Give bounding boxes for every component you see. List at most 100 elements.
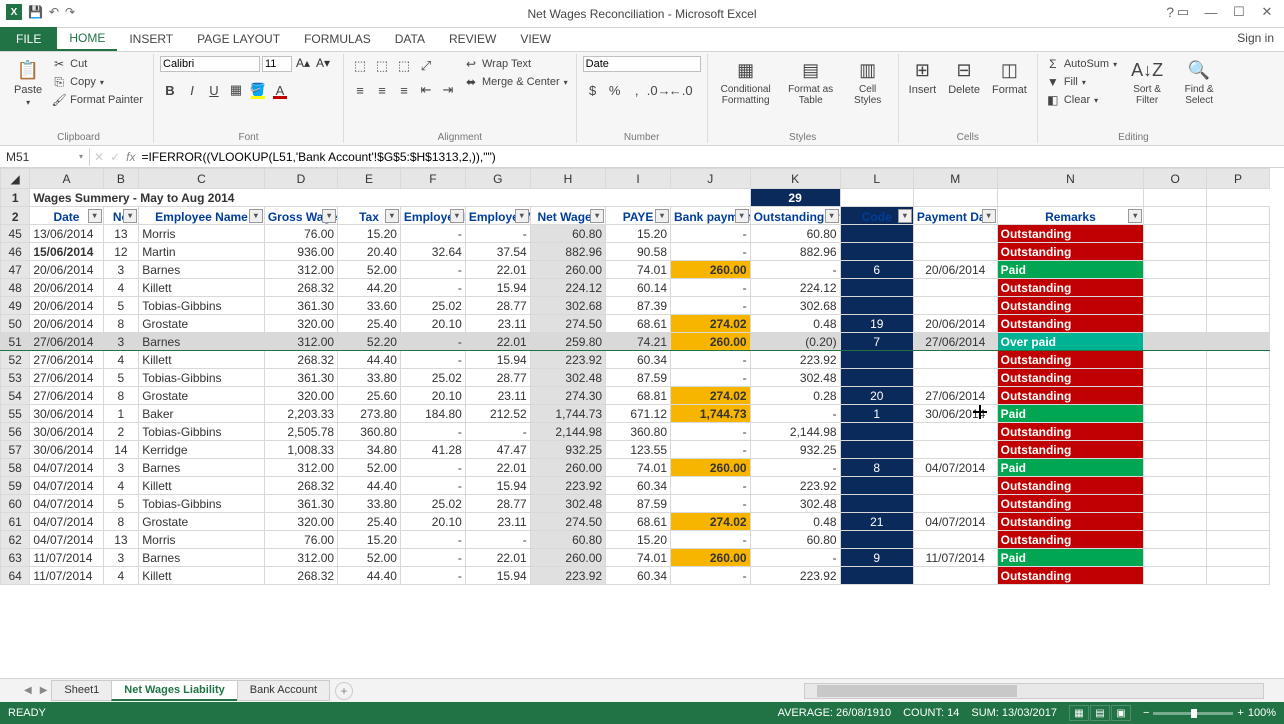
- cell[interactable]: 15/06/2014: [30, 243, 103, 261]
- cell[interactable]: Killett: [139, 351, 265, 369]
- cell[interactable]: 41.28: [400, 441, 465, 459]
- page-break-view-icon[interactable]: ▣: [1111, 705, 1131, 721]
- cell[interactable]: 11/07/2014: [30, 549, 103, 567]
- cell[interactable]: 2,203.33: [264, 405, 337, 423]
- cell[interactable]: 87.59: [606, 495, 671, 513]
- cell[interactable]: 60.80: [750, 531, 840, 549]
- cell[interactable]: -: [671, 369, 751, 387]
- cell[interactable]: 22.01: [465, 261, 530, 279]
- cell[interactable]: [840, 477, 913, 495]
- row-header[interactable]: 54: [1, 387, 30, 405]
- table-row[interactable]: 5804/07/20143Barnes312.0052.00-22.01260.…: [1, 459, 1270, 477]
- align-bottom-icon[interactable]: ⬚: [394, 56, 414, 76]
- row-header[interactable]: 46: [1, 243, 30, 261]
- horizontal-scrollbar[interactable]: [804, 683, 1264, 699]
- cell[interactable]: 15.94: [465, 477, 530, 495]
- column-header[interactable]: I: [606, 169, 671, 189]
- cell[interactable]: Outstanding: [997, 495, 1144, 513]
- table-row[interactable]: 5327/06/20145Tobias-Gibbins361.3033.8025…: [1, 369, 1270, 387]
- cell[interactable]: 15.20: [606, 531, 671, 549]
- cell[interactable]: Killett: [139, 279, 265, 297]
- font-color-button[interactable]: A: [270, 80, 290, 100]
- cell[interactable]: -: [465, 531, 530, 549]
- cell[interactable]: -: [671, 225, 751, 243]
- cell[interactable]: Outstanding: [997, 225, 1144, 243]
- cell[interactable]: 259.80: [530, 333, 605, 351]
- cell[interactable]: 212.52: [465, 405, 530, 423]
- cell[interactable]: 47.47: [465, 441, 530, 459]
- cell[interactable]: Morris: [139, 225, 265, 243]
- ribbon-tab-data[interactable]: DATA: [383, 27, 437, 51]
- cell[interactable]: 04/07/2014: [30, 513, 103, 531]
- cell[interactable]: 223.92: [530, 477, 605, 495]
- cell[interactable]: 260.00: [671, 261, 751, 279]
- fx-icon[interactable]: fx: [126, 150, 135, 164]
- filter-icon[interactable]: ▾: [590, 209, 604, 223]
- cell[interactable]: [1144, 513, 1207, 531]
- cell[interactable]: [1144, 477, 1207, 495]
- row-header[interactable]: 1: [1, 189, 30, 207]
- cell[interactable]: 15.94: [465, 351, 530, 369]
- cell[interactable]: -: [400, 351, 465, 369]
- cell[interactable]: 5: [103, 297, 139, 315]
- sheet-tab[interactable]: Bank Account: [237, 680, 330, 701]
- cell[interactable]: [840, 225, 913, 243]
- cell[interactable]: -: [671, 531, 751, 549]
- cell[interactable]: [840, 441, 913, 459]
- cell[interactable]: 76.00: [264, 225, 337, 243]
- cell[interactable]: -: [465, 423, 530, 441]
- zoom-level[interactable]: 100%: [1248, 707, 1276, 719]
- cell[interactable]: 6: [840, 261, 913, 279]
- table-column-header[interactable]: Employee NIC▾: [400, 207, 465, 225]
- column-header[interactable]: O: [1144, 169, 1207, 189]
- redo-icon[interactable]: ↷: [65, 5, 75, 19]
- table-row[interactable]: 5904/07/20144Killett268.3244.40-15.94223…: [1, 477, 1270, 495]
- wrap-text-button[interactable]: ↩Wrap Text: [462, 56, 570, 72]
- cell[interactable]: [913, 495, 997, 513]
- table-column-header[interactable]: Bank payment▾: [671, 207, 751, 225]
- select-all-cell[interactable]: ◢: [1, 169, 30, 189]
- column-header[interactable]: A: [30, 169, 103, 189]
- cell[interactable]: Barnes: [139, 261, 265, 279]
- cell[interactable]: [1144, 531, 1207, 549]
- cell[interactable]: 5: [103, 495, 139, 513]
- row-header[interactable]: 62: [1, 531, 30, 549]
- cell[interactable]: 3: [103, 261, 139, 279]
- increase-decimal-icon[interactable]: .0→: [649, 80, 669, 100]
- cell[interactable]: 20/06/2014: [913, 315, 997, 333]
- cell[interactable]: Tobias-Gibbins: [139, 369, 265, 387]
- cell[interactable]: 30/06/2014: [30, 405, 103, 423]
- cell[interactable]: Outstanding: [997, 297, 1144, 315]
- column-header[interactable]: P: [1207, 169, 1270, 189]
- table-row[interactable]: 6311/07/20143Barnes312.0052.00-22.01260.…: [1, 549, 1270, 567]
- decrease-decimal-icon[interactable]: ←.0: [671, 80, 691, 100]
- cell[interactable]: 260.00: [671, 549, 751, 567]
- format-as-table-button[interactable]: ▤Format as Table: [782, 56, 840, 108]
- cell[interactable]: 21: [840, 513, 913, 531]
- cell[interactable]: [1144, 243, 1207, 261]
- cell[interactable]: [1144, 279, 1207, 297]
- cell[interactable]: [840, 531, 913, 549]
- cell[interactable]: Outstanding: [997, 243, 1144, 261]
- cell[interactable]: Tobias-Gibbins: [139, 423, 265, 441]
- cell[interactable]: [1144, 225, 1207, 243]
- cell[interactable]: Outstanding: [997, 567, 1144, 585]
- cell[interactable]: 27/06/2014: [30, 369, 103, 387]
- filter-icon[interactable]: ▾: [735, 209, 749, 223]
- row-header[interactable]: 49: [1, 297, 30, 315]
- cell[interactable]: -: [400, 423, 465, 441]
- cell[interactable]: [1144, 333, 1207, 351]
- page-layout-view-icon[interactable]: ▤: [1090, 705, 1110, 721]
- find-select-button[interactable]: 🔍Find & Select: [1175, 56, 1223, 108]
- filter-icon[interactable]: ▾: [385, 209, 399, 223]
- ribbon-tab-page-layout[interactable]: PAGE LAYOUT: [185, 27, 292, 51]
- ribbon-options-icon[interactable]: ▭: [1170, 2, 1196, 22]
- cell[interactable]: 30/06/2014: [30, 441, 103, 459]
- column-header[interactable]: J: [671, 169, 751, 189]
- filter-icon[interactable]: ▾: [123, 209, 137, 223]
- cell[interactable]: 60.14: [606, 279, 671, 297]
- zoom-in-icon[interactable]: +: [1237, 707, 1243, 719]
- cell[interactable]: 9: [840, 549, 913, 567]
- cell[interactable]: -: [671, 279, 751, 297]
- cell[interactable]: 882.96: [530, 243, 605, 261]
